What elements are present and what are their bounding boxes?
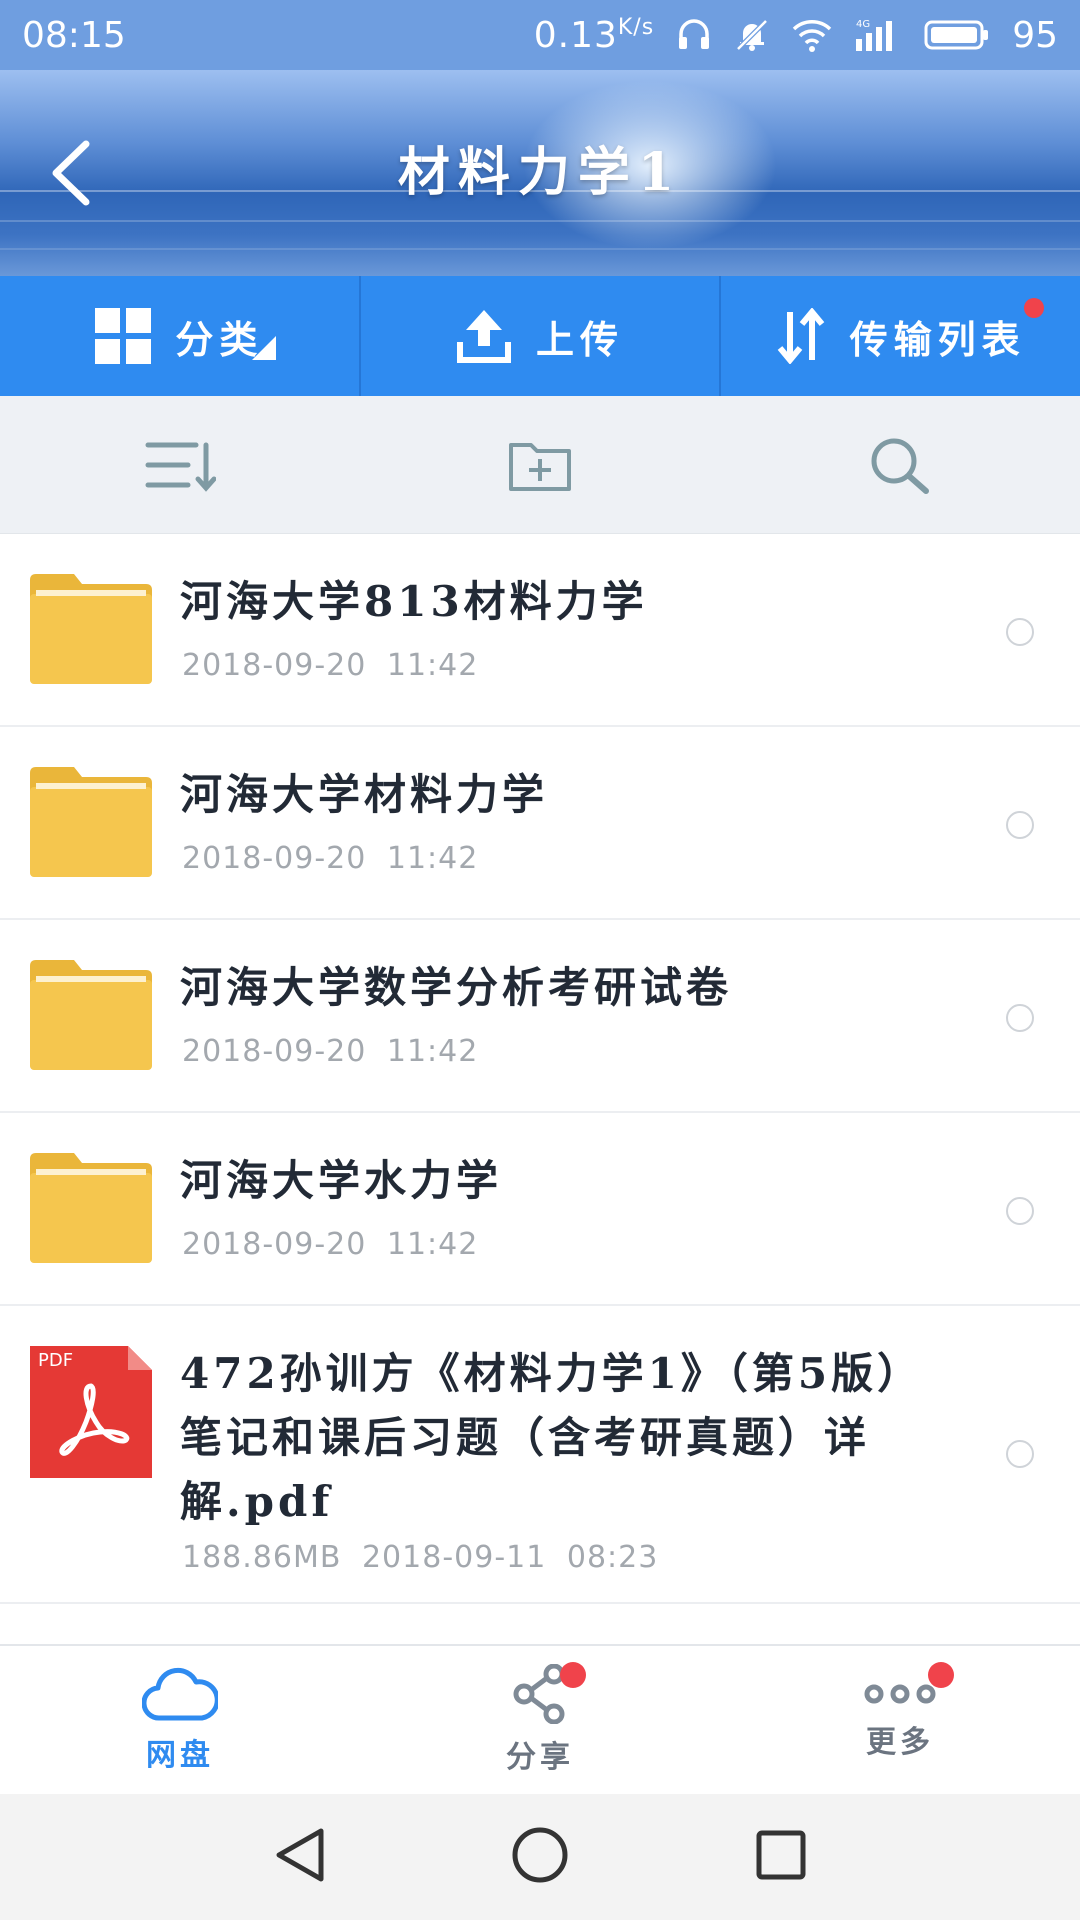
system-nav-bar xyxy=(0,1794,1080,1920)
tab-disk[interactable]: 网盘 xyxy=(0,1646,360,1794)
status-time: 08:15 xyxy=(22,14,126,56)
grid-icon xyxy=(95,308,152,364)
file-name: 472孙训方《材料力学1》（第5版）笔记和课后习题（含考研真题）详解.pdf xyxy=(180,1349,924,1526)
tab-more[interactable]: 更多 xyxy=(720,1646,1080,1794)
battery-level: 95 xyxy=(1012,14,1058,56)
file-meta: 2018-09-20 11:42 xyxy=(182,648,479,683)
bottom-tab-bar: 网盘 分享 更多 xyxy=(0,1644,1080,1794)
select-checkbox[interactable] xyxy=(1006,1440,1034,1468)
network-speed: 0.13K/s xyxy=(533,14,655,56)
file-row[interactable]: 河海大学材料力学 2018-09-20 11:42 xyxy=(0,727,1080,920)
select-checkbox[interactable] xyxy=(1006,1197,1034,1225)
file-meta: 188.86MB 2018-09-11 08:23 xyxy=(182,1540,659,1575)
tab-more-label: 更多 xyxy=(866,1725,934,1760)
pdf-badge: PDF xyxy=(38,1350,73,1371)
file-name: 河海大学水力学 xyxy=(180,1156,503,1205)
folder-icon xyxy=(30,767,152,881)
nav-recents-button[interactable] xyxy=(753,1827,809,1887)
file-row[interactable]: 河海大学水力学 2018-09-20 11:42 xyxy=(0,1113,1080,1306)
category-label: 分类 xyxy=(175,317,264,362)
triangle-back-icon xyxy=(276,1828,324,1882)
network-type: 4G xyxy=(856,19,870,30)
new-folder-button[interactable] xyxy=(360,396,720,533)
signal-icon: 4G xyxy=(854,17,902,53)
decorative-wave xyxy=(0,220,1080,222)
cloud-icon xyxy=(142,1667,218,1721)
nav-back-button[interactable] xyxy=(271,1825,327,1889)
file-name: 河海大学813材料力学 xyxy=(180,577,648,626)
upload-icon xyxy=(456,308,512,364)
page-title: 材料力学1 xyxy=(397,142,683,203)
action-bar: 分类 上传 传输列表 xyxy=(0,276,1080,396)
sort-icon xyxy=(145,442,216,492)
select-checkbox[interactable] xyxy=(1006,1004,1034,1032)
sort-button[interactable] xyxy=(0,396,360,533)
square-recents-icon xyxy=(756,1830,806,1880)
file-name: 河海大学数学分析考研试卷 xyxy=(180,963,733,1012)
file-name: 河海大学材料力学 xyxy=(180,770,549,819)
more-dots-icon xyxy=(864,1684,936,1704)
category-button[interactable]: 分类 xyxy=(0,276,361,396)
mute-bell-icon xyxy=(734,17,770,53)
file-meta: 2018-09-20 11:42 xyxy=(182,1227,479,1262)
tab-share-label: 分享 xyxy=(506,1740,574,1775)
file-row[interactable]: 河海大学813材料力学 2018-09-20 11:42 xyxy=(0,534,1080,727)
wifi-icon xyxy=(792,17,832,53)
upload-button[interactable]: 上传 xyxy=(361,276,722,396)
transfer-arrows-icon xyxy=(776,308,826,364)
folder-icon xyxy=(30,574,152,688)
search-button[interactable] xyxy=(720,396,1080,533)
status-icons: 0.13K/s 4G 95 xyxy=(534,15,1058,56)
battery-icon xyxy=(924,17,990,53)
upload-label: 上传 xyxy=(536,317,625,362)
pdf-file-icon: PDF xyxy=(30,1346,152,1482)
select-checkbox[interactable] xyxy=(1006,811,1034,839)
notification-badge xyxy=(560,1662,586,1688)
tab-share[interactable]: 分享 xyxy=(360,1646,720,1794)
header-banner: 材料力学1 xyxy=(0,70,1080,276)
select-checkbox[interactable] xyxy=(1006,618,1034,646)
tab-disk-label: 网盘 xyxy=(146,1738,214,1773)
circle-home-icon xyxy=(512,1827,568,1883)
dropdown-caret-icon xyxy=(252,336,276,360)
decorative-wave xyxy=(0,248,1080,250)
folder-icon xyxy=(30,960,152,1074)
file-list: 河海大学813材料力学 2018-09-20 11:42 河海大学材料力学 20… xyxy=(0,534,1080,1604)
file-toolbar xyxy=(0,396,1080,534)
file-meta: 2018-09-20 11:42 xyxy=(182,1034,479,1069)
transfer-label: 传输列表 xyxy=(849,317,1026,362)
search-icon xyxy=(871,438,929,494)
transfer-list-button[interactable]: 传输列表 xyxy=(721,276,1080,396)
file-row[interactable]: PDF 472孙训方《材料力学1》（第5版）笔记和课后习题（含考研真题）详解.p… xyxy=(0,1306,1080,1604)
file-row[interactable]: 河海大学数学分析考研试卷 2018-09-20 11:42 xyxy=(0,920,1080,1113)
status-bar: 08:15 0.13K/s 4G 95 xyxy=(0,0,1080,70)
headphones-icon xyxy=(676,17,712,53)
notification-badge xyxy=(928,1662,954,1688)
folder-icon xyxy=(30,1153,152,1267)
add-folder-icon xyxy=(509,442,571,491)
nav-home-button[interactable] xyxy=(510,1825,570,1889)
file-meta: 2018-09-20 11:42 xyxy=(182,841,479,876)
notification-badge xyxy=(1024,298,1045,318)
